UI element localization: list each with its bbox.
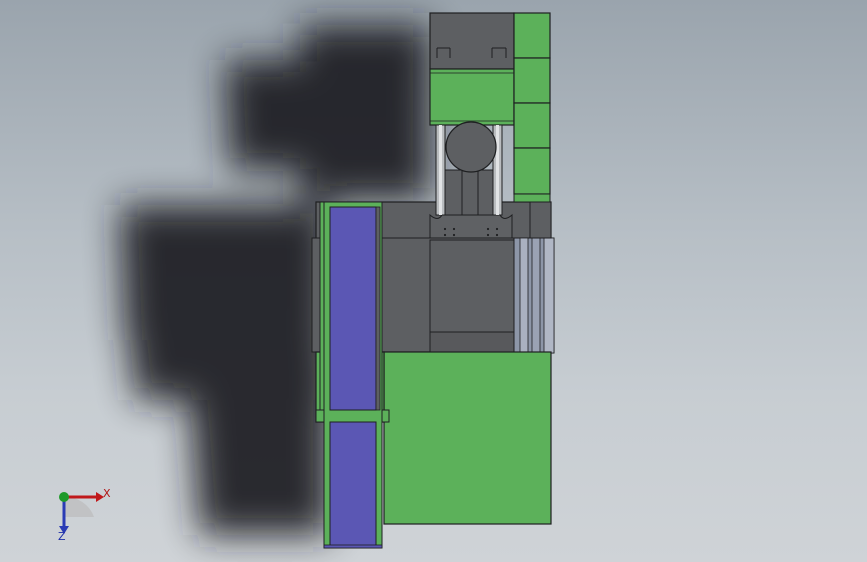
triad-x-label: X [103,487,111,500]
blue-slide-rail[interactable] [319,201,383,549]
y-axis-dot-icon [59,492,69,502]
orientation-triad [59,492,104,534]
cad-scene[interactable] [0,0,867,562]
model-viewport[interactable]: X Z [0,0,867,562]
triad-z-label: Z [58,530,66,543]
cylinder-head[interactable] [429,12,515,126]
green-column-stack[interactable] [513,12,551,203]
piston-rods[interactable] [435,121,503,216]
